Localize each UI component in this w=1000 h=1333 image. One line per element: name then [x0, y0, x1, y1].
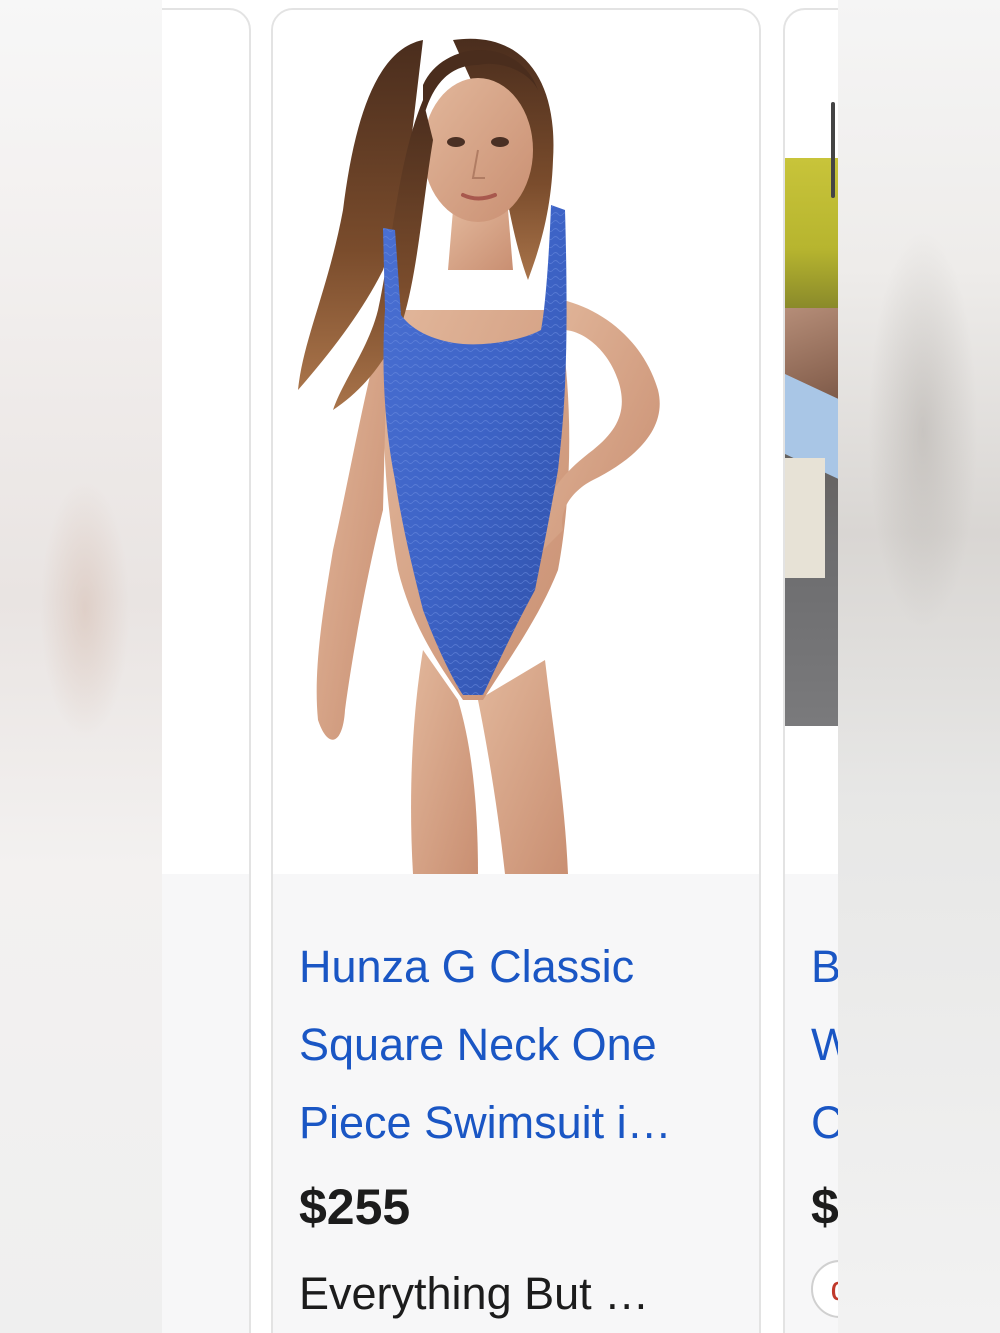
swimsuit-model-image [298, 38, 660, 874]
scrollbar[interactable] [831, 102, 835, 198]
product-title-line[interactable]: W [811, 1006, 838, 1084]
product-card-previous[interactable] [162, 8, 251, 1333]
product-title-link[interactable]: Hunza G Classic Square Neck One Piece Sw… [299, 928, 739, 1162]
product-carousel[interactable]: Hunza G Classic Square Neck One Piece Sw… [162, 0, 838, 1333]
blurred-background-right [838, 0, 1000, 1333]
product-image[interactable] [273, 10, 759, 874]
product-title-line: Piece Swimsuit i… [299, 1097, 672, 1148]
photo-detail [785, 458, 825, 578]
product-price: $255 [299, 1179, 411, 1235]
product-title-line: Hunza G Classic [299, 941, 635, 992]
merchant-name[interactable]: Everything But … [299, 1268, 649, 1320]
product-title-line[interactable]: B [811, 928, 838, 1006]
product-title-line: Square Neck One [299, 1019, 657, 1070]
product-title-line[interactable]: C [811, 1084, 838, 1162]
product-card[interactable]: Hunza G Classic Square Neck One Piece Sw… [271, 8, 761, 1333]
blurred-background-left [0, 0, 162, 1333]
product-card-next[interactable]: B W C $ d [783, 8, 838, 1333]
product-card-info [162, 874, 249, 1333]
product-image-next[interactable] [785, 158, 838, 726]
product-price: $ [811, 1179, 838, 1235]
